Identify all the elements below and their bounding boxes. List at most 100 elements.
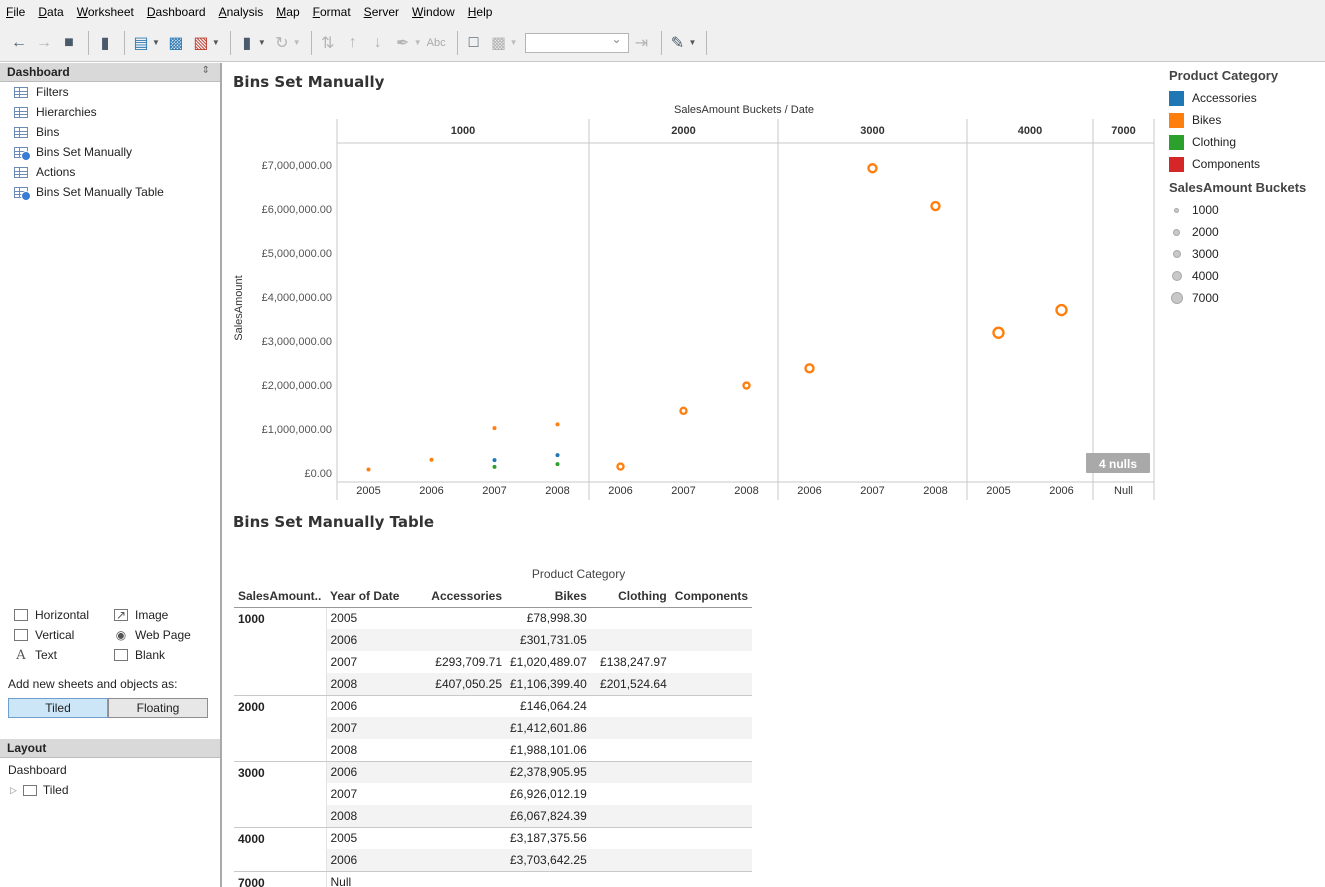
menu-file[interactable]: File — [6, 5, 25, 19]
value-cell: £1,020,489.07 — [510, 655, 587, 669]
new-worksheet-icon[interactable]: ▤ — [130, 32, 152, 54]
pause-updates-icon[interactable]: ▮ — [236, 32, 258, 54]
dropdown-caret-icon[interactable]: ▼ — [414, 38, 422, 47]
sheet-item-bins-set-manually[interactable]: Bins Set Manually — [0, 142, 220, 162]
size-legend-item[interactable]: 3000 — [1169, 243, 1325, 265]
legend-item[interactable]: Bikes — [1169, 109, 1325, 131]
dropdown-caret-icon[interactable]: ▼ — [510, 38, 518, 47]
dropdown-caret-icon[interactable]: ▼ — [258, 38, 266, 47]
value-cell — [671, 827, 752, 849]
swap-icon[interactable]: ⇅ — [317, 32, 339, 54]
column-header[interactable]: Accessories — [426, 585, 506, 608]
back-arrow-icon[interactable]: ← — [8, 32, 30, 54]
layout-tree: Dashboard ▷ Tiled — [0, 760, 220, 800]
menu-dashboard[interactable]: Dashboard — [147, 5, 206, 19]
tiled-container-icon — [22, 784, 37, 796]
data-point — [492, 458, 497, 463]
sort-icon[interactable]: ⇕ — [202, 65, 210, 76]
menu-help[interactable]: Help — [468, 5, 493, 19]
sheet-icon — [14, 86, 28, 98]
year-cell: 2007 — [326, 717, 426, 739]
sort-descending-icon[interactable]: ↓ — [367, 32, 389, 54]
duplicate-sheet-icon[interactable]: ▩ — [165, 32, 187, 54]
image-object[interactable]: ↗ Image — [114, 608, 214, 622]
legend-swatch — [1169, 90, 1184, 106]
column-header[interactable]: SalesAmount.. — [234, 585, 326, 608]
data-point — [742, 381, 751, 390]
fit-combo[interactable] — [524, 32, 629, 53]
sheet-item-bins[interactable]: Bins — [0, 122, 220, 142]
column-header[interactable]: Clothing — [590, 585, 671, 608]
sheet-item-bins-set-manually-table[interactable]: Bins Set Manually Table — [0, 182, 220, 202]
year-cell: 2008 — [326, 673, 426, 696]
size-legend-label: 4000 — [1192, 269, 1219, 283]
dropdown-caret-icon[interactable]: ▼ — [689, 38, 697, 47]
data-point — [679, 406, 688, 416]
value-cell — [426, 849, 506, 872]
size-legend-item[interactable]: 7000 — [1169, 287, 1325, 309]
size-legend-item[interactable]: 1000 — [1169, 199, 1325, 221]
horizontal-object[interactable]: Horizontal — [14, 608, 114, 622]
globe-icon: ◉ — [115, 628, 127, 642]
expand-triangle-icon[interactable]: ▷ — [10, 785, 17, 796]
blank-object[interactable]: Blank — [114, 648, 214, 662]
bucket-header: 3000 — [860, 125, 884, 137]
legend-label: Clothing — [1192, 135, 1237, 149]
data-point — [804, 363, 815, 374]
bin-cell — [234, 849, 327, 872]
size-legend-title: SalesAmount Buckets — [1169, 180, 1307, 195]
x-tick-label: 2006 — [419, 485, 443, 497]
menu-format[interactable]: Format — [313, 5, 351, 19]
data-source-icon[interactable]: ▮ — [94, 32, 116, 54]
highlight-icon[interactable]: ✎ — [667, 32, 689, 54]
clear-sheet-icon[interactable]: ▧ — [190, 32, 212, 54]
layout-root[interactable]: Dashboard — [0, 760, 220, 780]
menu-data[interactable]: Data — [38, 5, 63, 19]
dropdown-caret-icon[interactable]: ▼ — [293, 38, 301, 47]
sheet-item-actions[interactable]: Actions — [0, 162, 220, 182]
legend-item[interactable]: Clothing — [1169, 131, 1325, 153]
menu-map[interactable]: Map — [276, 5, 299, 19]
presentation-icon[interactable]: □ — [463, 32, 485, 54]
menu-worksheet[interactable]: Worksheet — [77, 5, 134, 19]
column-header[interactable]: Bikes — [506, 585, 591, 608]
size-legend-item[interactable]: 2000 — [1169, 221, 1325, 243]
fit-icon[interactable]: ▩ — [488, 32, 510, 54]
save-icon[interactable]: ■ — [58, 32, 80, 54]
floating-button[interactable]: Floating — [108, 698, 208, 718]
column-header[interactable]: Year of Date — [326, 585, 426, 608]
menu-analysis[interactable]: Analysis — [219, 5, 264, 19]
dropdown-caret-icon[interactable]: ▼ — [152, 38, 160, 47]
menu-server[interactable]: Server — [364, 5, 399, 19]
size-circle-icon — [1169, 250, 1184, 258]
legend-swatch — [1169, 156, 1184, 172]
bin-cell: 1000 — [234, 607, 327, 629]
layout-tiled-node[interactable]: ▷ Tiled — [0, 780, 220, 800]
refresh-icon[interactable]: ↻ — [271, 32, 293, 54]
legend-item[interactable]: Components — [1169, 153, 1325, 175]
column-header[interactable]: Components — [670, 585, 753, 608]
sheet-item-label: Actions — [36, 165, 76, 179]
forward-arrow-icon[interactable]: → — [33, 32, 55, 54]
tiled-button[interactable]: Tiled — [8, 698, 108, 718]
legend-item[interactable]: Accessories — [1169, 87, 1325, 109]
dropdown-caret-icon[interactable]: ▼ — [212, 38, 220, 47]
text-object[interactable]: A Text — [14, 648, 114, 663]
sheet-item-filters[interactable]: Filters — [0, 82, 220, 102]
value-cell — [426, 717, 506, 739]
sheet-item-hierarchies[interactable]: Hierarchies — [0, 102, 220, 122]
size-circle-icon — [1169, 271, 1184, 281]
toolbar-separator — [310, 30, 312, 55]
text-label: Text — [35, 648, 58, 662]
menu-window[interactable]: Window — [412, 5, 455, 19]
y-tick-label: £7,000,000.00 — [262, 160, 332, 172]
fix-axes-icon[interactable]: ⇥ — [631, 32, 653, 54]
show-labels-button[interactable]: Abc — [427, 37, 446, 49]
sort-ascending-icon[interactable]: ↑ — [342, 32, 364, 54]
x-tick-label: 2008 — [734, 485, 758, 497]
value-cell — [670, 805, 753, 828]
group-icon[interactable]: ✒ — [392, 32, 414, 54]
size-legend-item[interactable]: 4000 — [1169, 265, 1325, 287]
vertical-object[interactable]: Vertical — [14, 628, 114, 642]
web-page-object[interactable]: ◉ Web Page — [114, 628, 214, 642]
